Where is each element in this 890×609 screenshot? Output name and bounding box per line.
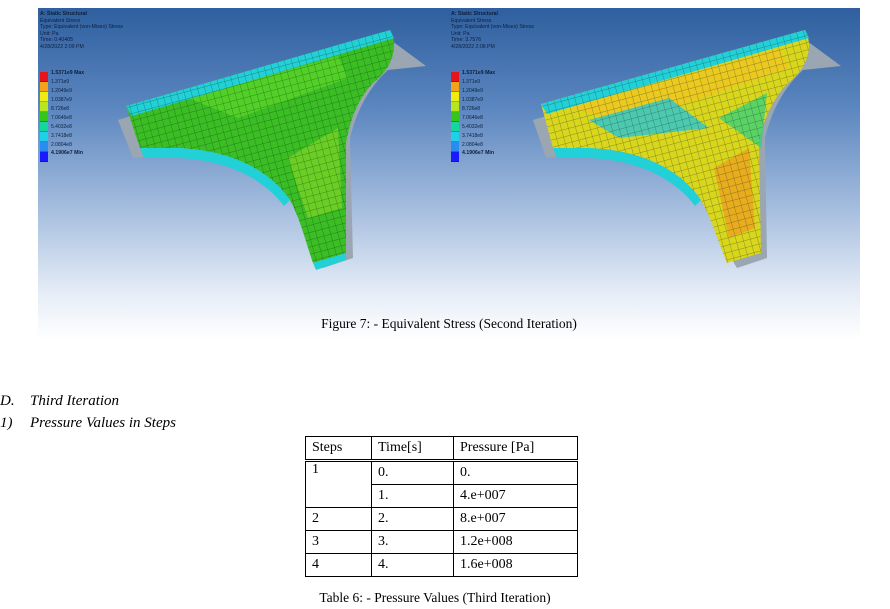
table-cell: 0. <box>371 459 454 485</box>
table-cell: 4 <box>305 553 372 577</box>
table-cell: 3. <box>371 530 454 554</box>
legend-color-swatch <box>40 142 48 152</box>
legend-color-swatch <box>40 122 48 132</box>
simulation-panel-right: A: Static Structural Equivalent Stress T… <box>449 8 860 308</box>
legend-min: 4.1906e7 Min <box>51 150 84 156</box>
legend-max: 1.5371e9 Max <box>51 70 85 76</box>
legend-color-swatch <box>40 112 48 122</box>
table-cell: 1. <box>371 484 454 508</box>
legend-color-swatch <box>451 152 459 162</box>
table-row: 4 4. 1.6e+008 <box>305 553 578 577</box>
table-row: 2 2. 8.e+007 <box>305 507 578 531</box>
result-info: A: Static Structural Equivalent Stress T… <box>40 11 124 50</box>
subsection-heading: 1) Pressure Values in Steps <box>0 415 176 432</box>
table-cell: 0. <box>453 459 578 485</box>
legend-color-swatch <box>451 142 459 152</box>
legend-ticks: 1.371e9 1.2049e9 1.0387e9 8.726e8 7.0646e8… <box>462 79 483 148</box>
legend-color-swatch <box>40 82 48 92</box>
legend-color-swatch <box>451 102 459 112</box>
table-header: Pressure [Pa] <box>453 436 578 461</box>
legend-color-swatch <box>451 122 459 132</box>
table-row: 1 0. 0. <box>305 459 578 508</box>
table-cell: 3 <box>305 530 372 554</box>
table-header-row: Steps Time[s] Pressure [Pa] <box>305 436 578 461</box>
simulation-panel-left: A: Static Structural Equivalent Stress T… <box>38 8 448 308</box>
table-cell: 1.2e+008 <box>453 530 578 554</box>
legend-color-swatch <box>451 72 459 82</box>
pressure-table: Steps Time[s] Pressure [Pa] 1 0. 0. 1. 4… <box>305 436 578 577</box>
legend-ticks: 1.371e9 1.2049e9 1.0387e9 8.726e8 7.0646e8… <box>51 79 72 148</box>
subsection-title: Pressure Values in Steps <box>30 415 176 431</box>
table-cell: 1 <box>305 459 372 508</box>
tee-model-left <box>118 30 426 270</box>
legend-color-swatch <box>451 132 459 142</box>
table-cell: 1.6e+008 <box>453 553 578 577</box>
legend-color-swatch <box>40 92 48 102</box>
table-header: Steps <box>305 436 372 461</box>
legend-color-swatch <box>40 132 48 142</box>
legend-color-bar <box>451 72 459 162</box>
legend-color-swatch <box>451 92 459 102</box>
section-title: Third Iteration <box>30 393 120 409</box>
table-cell: 8.e+007 <box>453 507 578 531</box>
legend-color-bar <box>40 72 48 162</box>
section-heading: D. Third Iteration <box>0 393 119 410</box>
section-number: D. <box>0 393 15 409</box>
figure-7: A: Static Structural Equivalent Stress T… <box>38 8 860 340</box>
table-header: Time[s] <box>371 436 454 461</box>
table-row: 3 3. 1.2e+008 <box>305 530 578 554</box>
subsection-number: 1) <box>0 415 13 431</box>
legend-color-swatch <box>40 102 48 112</box>
legend-min: 4.1906e7 Min <box>462 150 495 156</box>
table-cell: 2 <box>305 507 372 531</box>
figure-caption: Figure 7: - Equivalent Stress (Second It… <box>321 316 577 331</box>
legend-color-swatch <box>451 82 459 92</box>
table-cell: 2. <box>371 507 454 531</box>
table-cell: 4. <box>371 553 454 577</box>
result-info: A: Static Structural Equivalent Stress T… <box>451 11 535 50</box>
legend-color-swatch <box>40 72 48 82</box>
legend-max: 1.5371e9 Max <box>462 70 496 76</box>
legend-color-swatch <box>451 112 459 122</box>
table-caption: Table 6: - Pressure Values (Third Iterat… <box>319 590 551 605</box>
table-cell: 4.e+007 <box>453 484 578 508</box>
legend-color-swatch <box>40 152 48 162</box>
tee-model-right <box>533 30 841 268</box>
